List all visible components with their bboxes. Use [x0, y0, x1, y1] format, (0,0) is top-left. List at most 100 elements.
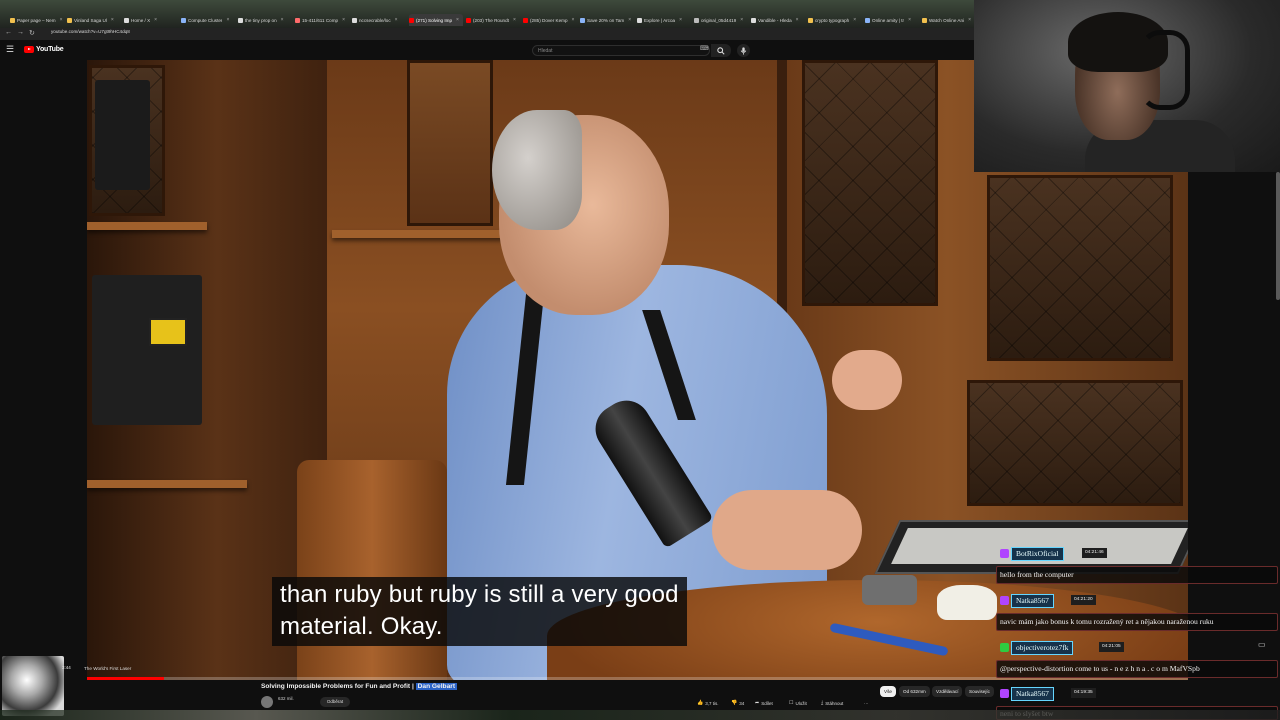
browser-tab[interactable]: Online amity | tr × [865, 14, 919, 26]
filter-pill[interactable]: Souvisejíc [965, 686, 994, 697]
filter-pill[interactable]: Od 632mm [899, 686, 930, 697]
tab-close-icon[interactable]: × [226, 17, 229, 23]
video-scene-shelf [87, 222, 207, 230]
browser-tab[interactable]: (271) Solving Imp × [409, 14, 463, 26]
tab-close-icon[interactable]: × [572, 17, 575, 23]
tab-close-icon[interactable]: × [342, 17, 345, 23]
chat-username[interactable]: objectiverotez7fk [1011, 641, 1074, 655]
tab-close-icon[interactable]: × [281, 17, 284, 23]
video-scene-white-part [937, 585, 997, 620]
tab-close-icon[interactable]: × [395, 17, 398, 23]
tab-close-icon[interactable]: × [513, 17, 516, 23]
voice-search-button[interactable] [737, 44, 750, 57]
save-icon: ☐ [789, 700, 794, 706]
chat-timestamp: 04:19:35 [1071, 688, 1096, 698]
browser-tab[interactable]: Compute Cluster × [181, 14, 235, 26]
back-icon[interactable]: ← [5, 29, 12, 36]
tab-favicon-icon [466, 17, 471, 23]
reload-icon[interactable]: ↻ [29, 29, 35, 37]
search-input[interactable]: Hledat [532, 45, 710, 56]
url-text[interactable]: youtube.com/watch?v=U7gt9hHC4dq8 [51, 29, 130, 34]
tab-close-icon[interactable]: × [679, 17, 682, 23]
tab-favicon-icon [10, 17, 15, 23]
microphone-icon [740, 46, 747, 55]
video-scene-yellow-label [149, 318, 187, 346]
browser-tab[interactable]: the tiny prop on × [238, 14, 292, 26]
action-thumb-up-button[interactable]: 👍 3,7 tis. [697, 698, 719, 708]
video-scene-equipment-rack [92, 275, 202, 425]
tab-close-icon[interactable]: × [796, 17, 799, 23]
action-more-button[interactable]: ··· [862, 698, 869, 708]
tab-close-icon[interactable]: × [628, 17, 631, 23]
chat-badge-icon [1000, 643, 1009, 652]
address-bar[interactable] [0, 28, 974, 40]
tab-label: Paper page – Nem [17, 17, 56, 23]
forward-icon[interactable]: → [17, 29, 24, 36]
tab-close-icon[interactable]: × [154, 17, 157, 23]
player-time: 3:44 [62, 665, 71, 670]
chat-username[interactable]: BotRixOficial [1011, 547, 1064, 561]
browser-tab[interactable]: Watch Online Ani × [922, 14, 976, 26]
chapter-label[interactable]: The World's First Laser [84, 666, 131, 671]
action-thumb-down-button[interactable]: 👎 34 [731, 698, 744, 708]
tab-favicon-icon [922, 17, 927, 23]
tab-favicon-icon [751, 17, 756, 23]
chat-username[interactable]: Natka8567 [1011, 594, 1054, 608]
tab-favicon-icon [865, 17, 870, 23]
tab-label: nccsecrable/loc [359, 17, 391, 23]
video-progress-fill[interactable] [87, 677, 165, 680]
tab-favicon-icon [808, 17, 813, 23]
tab-favicon-icon [181, 17, 186, 23]
chat-username[interactable]: Natka8567 [1011, 687, 1054, 701]
subscribe-button[interactable]: Odběrat [320, 697, 350, 707]
video-scene-frame [407, 60, 493, 226]
youtube-logo-text: YouTube [36, 46, 64, 53]
tab-favicon-icon [409, 17, 414, 23]
tab-close-icon[interactable]: × [456, 17, 459, 23]
tab-close-icon[interactable]: × [111, 17, 114, 23]
page-scrollbar[interactable] [1276, 172, 1280, 300]
tab-close-icon[interactable]: × [908, 17, 911, 23]
browser-tab[interactable]: nccsecrable/loc × [352, 14, 406, 26]
channel-thumbnail[interactable] [2, 656, 64, 716]
browser-tab[interactable]: 15-411/611 Comp × [295, 14, 349, 26]
tab-label: Online amity | tr [872, 17, 905, 23]
tab-favicon-icon [523, 17, 528, 23]
chat-window-icon[interactable]: ▭ [1258, 640, 1266, 649]
avatar[interactable] [261, 696, 273, 708]
browser-tab[interactable]: Vandible - Hleda × [751, 14, 805, 26]
action-label: Sdílet [761, 700, 773, 706]
tab-label: Compute Cluster [188, 17, 223, 23]
browser-tab[interactable]: original_05d4419 × [694, 14, 748, 26]
search-button[interactable] [711, 44, 731, 57]
tab-close-icon[interactable]: × [968, 17, 971, 23]
browser-tab[interactable]: Explore | Arcoa × [637, 14, 691, 26]
tab-close-icon[interactable]: × [740, 17, 743, 23]
video-scene-shelf [332, 230, 512, 238]
browser-tab[interactable]: Home / X × [124, 14, 178, 26]
action-save-button[interactable]: ☐ Uložit [789, 698, 807, 708]
video-scene-instrument [95, 80, 150, 190]
action-share-button[interactable]: ➦ Sdílet [755, 698, 773, 708]
tab-label: the tiny prop on [245, 17, 277, 23]
action-download-button[interactable]: ⤓ Stáhnout [821, 698, 843, 708]
tab-label: Save 20% on Tam [587, 17, 625, 23]
browser-tab[interactable]: Paper page – Nem × [10, 14, 64, 26]
video-scene-person-hair [492, 110, 582, 230]
chat-timestamp: 04:21:20 [1071, 595, 1096, 605]
browser-tab[interactable]: Vinland Saga Ul × [67, 14, 121, 26]
keyboard-icon[interactable]: ⌨ [700, 45, 709, 52]
browser-tab[interactable]: crypto typograph × [808, 14, 862, 26]
youtube-logo[interactable]: YouTube [24, 46, 64, 53]
filter-pill[interactable]: Vše [880, 686, 896, 697]
filter-pill[interactable]: Vzdělávací [932, 686, 963, 697]
tab-label: original_05d4419 [701, 17, 737, 23]
tab-close-icon[interactable]: × [853, 17, 856, 23]
browser-tab[interactable]: (203) The Roundt × [466, 14, 520, 26]
tab-close-icon[interactable]: × [60, 17, 63, 23]
tab-label: Home / X [131, 17, 151, 23]
action-label: 3,7 tis. [705, 700, 719, 706]
browser-tab[interactable]: Save 20% on Tam × [580, 14, 634, 26]
browser-tab[interactable]: (285) Dover Kemp × [523, 14, 577, 26]
menu-icon[interactable]: ☰ [6, 44, 14, 55]
